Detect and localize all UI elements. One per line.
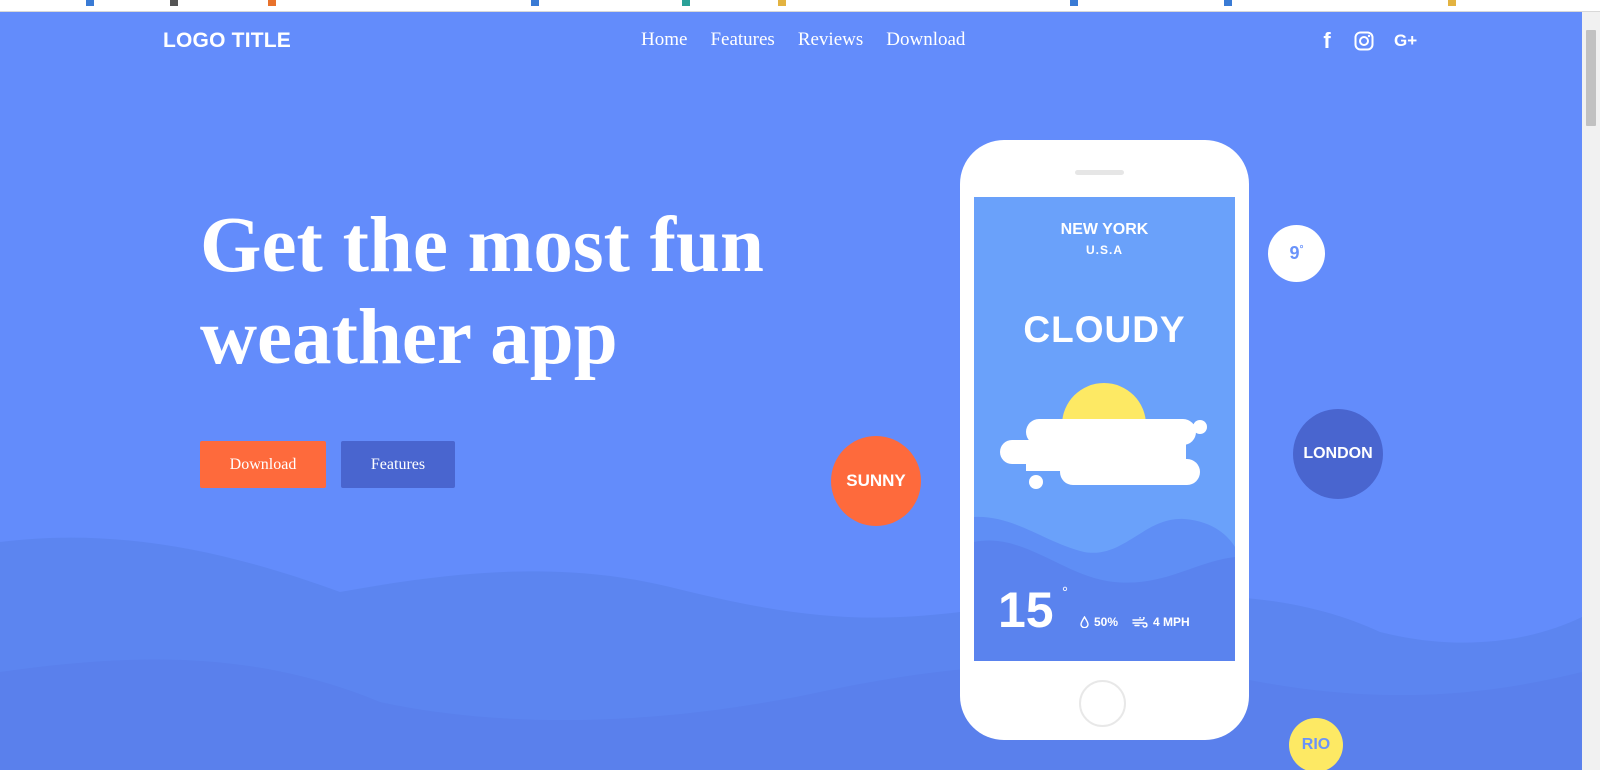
background-waves — [0, 537, 1582, 770]
headline-line-1: Get the most fun — [200, 202, 764, 289]
browser-bookmark-strip — [0, 0, 1600, 12]
rio-bubble: RIO — [1289, 718, 1343, 770]
hero-section: LOGO TITLE Home Features Reviews Downloa… — [0, 12, 1582, 770]
screen-condition: CLOUDY — [1023, 309, 1186, 350]
features-button[interactable]: Features — [341, 441, 455, 488]
download-button[interactable]: Download — [200, 441, 326, 488]
droplet-icon — [1080, 616, 1089, 628]
screen-temperature: 15 — [998, 582, 1054, 638]
screen-country: U.S.A — [1085, 243, 1123, 257]
phone-home-button — [1079, 680, 1126, 727]
hero-headline: Get the most fun weather app — [200, 200, 820, 384]
page-scrollbar[interactable] — [1582, 12, 1600, 770]
phone-screen: NEW YORK U.S.A CLOUDY 15 ° 50% 4 MPH — [974, 197, 1235, 661]
phone-speaker — [1075, 170, 1124, 175]
headline-line-2: weather app — [200, 294, 618, 381]
screen-degree: ° — [1062, 584, 1068, 601]
nav-reviews[interactable]: Reviews — [798, 29, 863, 51]
nav-download[interactable]: Download — [886, 29, 965, 51]
nav-features[interactable]: Features — [710, 29, 774, 51]
cloud-icon — [1000, 419, 1207, 489]
scrollbar-thumb[interactable] — [1586, 30, 1596, 126]
london-bubble: LONDON — [1293, 409, 1383, 499]
sunny-bubble: SUNNY — [831, 436, 921, 526]
temperature-bubble: 9 ° — [1268, 225, 1325, 282]
social-links: f G+ — [1320, 28, 1417, 54]
google-plus-icon[interactable]: G+ — [1394, 31, 1417, 51]
main-nav: Home Features Reviews Download — [641, 29, 965, 51]
humidity-stat: 50% — [1080, 615, 1118, 629]
nav-home[interactable]: Home — [641, 29, 687, 51]
instagram-icon[interactable] — [1354, 31, 1374, 51]
phone-mockup: NEW YORK U.S.A CLOUDY 15 ° 50% 4 MPH — [960, 140, 1249, 740]
temperature-bubble-value: 9 — [1289, 243, 1300, 263]
wind-stat: 4 MPH — [1132, 615, 1190, 629]
wind-icon — [1132, 616, 1148, 628]
screen-city: NEW YORK — [1060, 221, 1149, 238]
temperature-bubble-degree: ° — [1299, 244, 1304, 255]
logo-title[interactable]: LOGO TITLE — [163, 29, 291, 53]
humidity-value: 50% — [1094, 615, 1119, 629]
wind-value: 4 MPH — [1153, 615, 1190, 629]
facebook-icon[interactable]: f — [1320, 28, 1334, 54]
